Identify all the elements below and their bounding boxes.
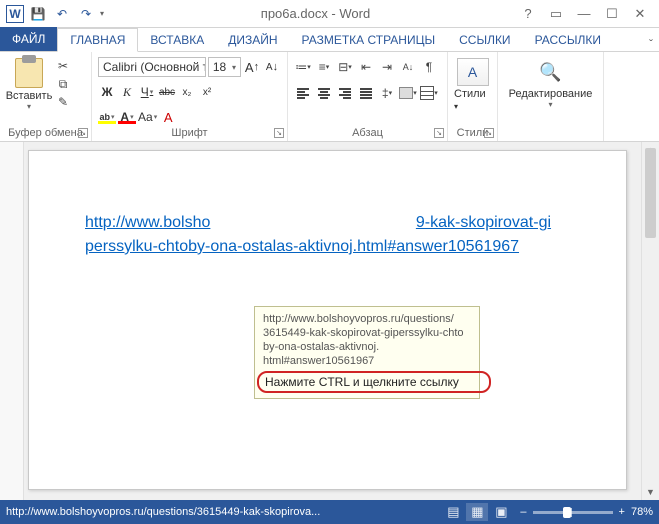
clipboard-dialog-launcher[interactable]: ↘ <box>78 128 88 138</box>
status-text: http://www.bolshoyvopros.ru/questions/36… <box>6 506 434 518</box>
cut-icon[interactable]: ✂ <box>54 58 72 74</box>
undo-icon[interactable]: ↶ <box>52 4 72 24</box>
tab-file[interactable]: ФАЙЛ <box>0 27 57 51</box>
qat-customize-icon[interactable]: ▾ <box>100 9 110 18</box>
tab-references[interactable]: ССЫЛКИ <box>447 29 522 51</box>
ribbon-display-icon[interactable]: ▭ <box>543 4 569 24</box>
tooltip-url-line: http://www.bolshoyvopros.ru/questions/ <box>263 312 471 326</box>
tab-page-layout[interactable]: РАЗМЕТКА СТРАНИЦЫ <box>290 29 448 51</box>
shading-button[interactable]: ▾ <box>399 84 417 102</box>
print-layout-icon[interactable]: ▦ <box>466 503 488 521</box>
zoom-controls: – + 78% <box>520 506 653 518</box>
ribbon: Вставить ▾ ✂ ⧉ ✎ Буфер обмена ↘ Calibri … <box>0 52 659 142</box>
window-title: про6а.docx - Word <box>116 6 515 21</box>
scroll-thumb[interactable] <box>645 148 656 238</box>
styles-button-label[interactable]: Стили ▾ <box>454 88 491 112</box>
font-size-combo[interactable]: 18▾ <box>208 57 241 77</box>
numbering-button[interactable]: ≡▾ <box>315 58 333 76</box>
vertical-scrollbar[interactable]: ▲ ▼ <box>641 142 659 500</box>
zoom-out-button[interactable]: – <box>520 506 526 518</box>
ribbon-collapse-icon[interactable]: ˇ <box>649 37 659 51</box>
grow-font-icon[interactable]: A↑ <box>243 58 261 76</box>
status-bar: http://www.bolshoyvopros.ru/questions/36… <box>0 500 659 524</box>
increase-indent-icon[interactable]: ⇥ <box>378 58 396 76</box>
align-justify-icon[interactable] <box>357 84 375 102</box>
align-right-icon[interactable] <box>336 84 354 102</box>
font-dialog-launcher[interactable]: ↘ <box>274 128 284 138</box>
paragraph-dialog-launcher[interactable]: ↘ <box>434 128 444 138</box>
font-name-combo[interactable]: Calibri (Основной тек▾ <box>98 57 206 77</box>
styles-gallery-icon[interactable]: A <box>457 58 489 86</box>
shrink-font-icon[interactable]: A↓ <box>263 58 281 76</box>
zoom-slider-thumb[interactable] <box>563 507 571 518</box>
paragraph-group-label: Абзац <box>288 127 447 139</box>
subscript-button[interactable]: x₂ <box>178 83 196 101</box>
styles-dialog-launcher[interactable]: ↘ <box>484 128 494 138</box>
web-layout-icon[interactable]: ▣ <box>490 503 512 521</box>
zoom-in-button[interactable]: + <box>619 506 625 518</box>
tooltip-instruction: Нажмите CTRL и щелкните ссылку <box>257 371 491 393</box>
strikethrough-button[interactable]: abc <box>158 83 176 101</box>
superscript-button[interactable]: x² <box>198 83 216 101</box>
tab-home[interactable]: ГЛАВНАЯ <box>57 28 138 52</box>
decrease-indent-icon[interactable]: ⇤ <box>357 58 375 76</box>
word-app-icon[interactable]: W <box>6 5 24 23</box>
help-icon[interactable]: ? <box>515 4 541 24</box>
read-mode-icon[interactable]: ▤ <box>442 503 464 521</box>
tooltip-url-line: 3615449-kak-skopirovat-giperssylku-chto <box>263 326 471 340</box>
font-color-button[interactable]: A▾ <box>118 110 136 124</box>
view-buttons: ▤ ▦ ▣ <box>442 503 512 521</box>
group-paragraph: ≔▾ ≡▾ ⊟▾ ⇤ ⇥ A↓ ¶ ‡▾ ▾ ▾ Абзац ↘ <box>288 52 448 141</box>
tab-insert[interactable]: ВСТАВКА <box>138 29 216 51</box>
redo-icon[interactable]: ↷ <box>76 4 96 24</box>
multilevel-list-button[interactable]: ⊟▾ <box>336 58 354 76</box>
save-icon[interactable]: 💾 <box>28 4 48 24</box>
align-center-icon[interactable] <box>315 84 333 102</box>
editing-button-label[interactable]: Редактирование <box>509 88 593 100</box>
font-group-label: Шрифт <box>92 127 287 139</box>
tooltip-url-line: by-ona-ostalas-aktivnoj. <box>263 340 471 354</box>
tooltip-url-line: html#answer10561967 <box>263 354 471 368</box>
highlight-color-button[interactable]: ab▾ <box>98 110 116 124</box>
bullets-button[interactable]: ≔▾ <box>294 58 312 76</box>
copy-icon[interactable]: ⧉ <box>54 76 72 92</box>
window-controls: ? ▭ — ☐ ✕ <box>515 4 659 24</box>
line-spacing-button[interactable]: ‡▾ <box>378 84 396 102</box>
zoom-value[interactable]: 78% <box>631 506 653 518</box>
vertical-ruler[interactable] <box>0 142 24 500</box>
group-clipboard: Вставить ▾ ✂ ⧉ ✎ Буфер обмена ↘ <box>0 52 92 141</box>
maximize-icon[interactable]: ☐ <box>599 4 625 24</box>
clear-formatting-icon[interactable]: A <box>159 108 177 126</box>
group-editing: 🔍 Редактирование ▾ <box>498 52 604 141</box>
find-icon[interactable]: 🔍 <box>537 58 565 86</box>
bold-button[interactable]: Ж <box>98 83 116 101</box>
paste-button[interactable]: Вставить ▾ <box>6 56 52 111</box>
paste-label: Вставить <box>6 90 53 102</box>
group-font: Calibri (Основной тек▾ 18▾ A↑ A↓ Ж К Ч▾ … <box>92 52 288 141</box>
scroll-down-icon[interactable]: ▼ <box>642 484 659 500</box>
change-case-button[interactable]: Aa▾ <box>138 108 157 126</box>
ribbon-tabs: ФАЙЛ ГЛАВНАЯ ВСТАВКА ДИЗАЙН РАЗМЕТКА СТР… <box>0 28 659 52</box>
quick-access-toolbar: W 💾 ↶ ↷ ▾ <box>0 4 116 24</box>
tab-design[interactable]: ДИЗАЙН <box>216 29 289 51</box>
title-bar: W 💾 ↶ ↷ ▾ про6а.docx - Word ? ▭ — ☐ ✕ <box>0 0 659 28</box>
italic-button[interactable]: К <box>118 83 136 101</box>
document-area: http://www.bolshoyvopros.ru/questions/36… <box>0 142 659 500</box>
borders-button[interactable]: ▾ <box>420 84 438 102</box>
zoom-slider[interactable] <box>533 511 613 514</box>
hyperlink-tooltip: http://www.bolshoyvopros.ru/questions/ 3… <box>254 306 480 399</box>
show-marks-icon[interactable]: ¶ <box>420 58 438 76</box>
sort-button[interactable]: A↓ <box>399 58 417 76</box>
group-styles: A Стили ▾ Стили ↘ <box>448 52 498 141</box>
tab-mailings[interactable]: РАССЫЛКИ <box>523 29 613 51</box>
format-painter-icon[interactable]: ✎ <box>54 94 72 110</box>
document-hyperlink[interactable]: http://www.bolshoyvopros.ru/questions/36… <box>85 214 551 255</box>
paste-icon <box>15 58 43 88</box>
align-left-icon[interactable] <box>294 84 312 102</box>
underline-button[interactable]: Ч▾ <box>138 83 156 101</box>
close-icon[interactable]: ✕ <box>627 4 653 24</box>
minimize-icon[interactable]: — <box>571 4 597 24</box>
